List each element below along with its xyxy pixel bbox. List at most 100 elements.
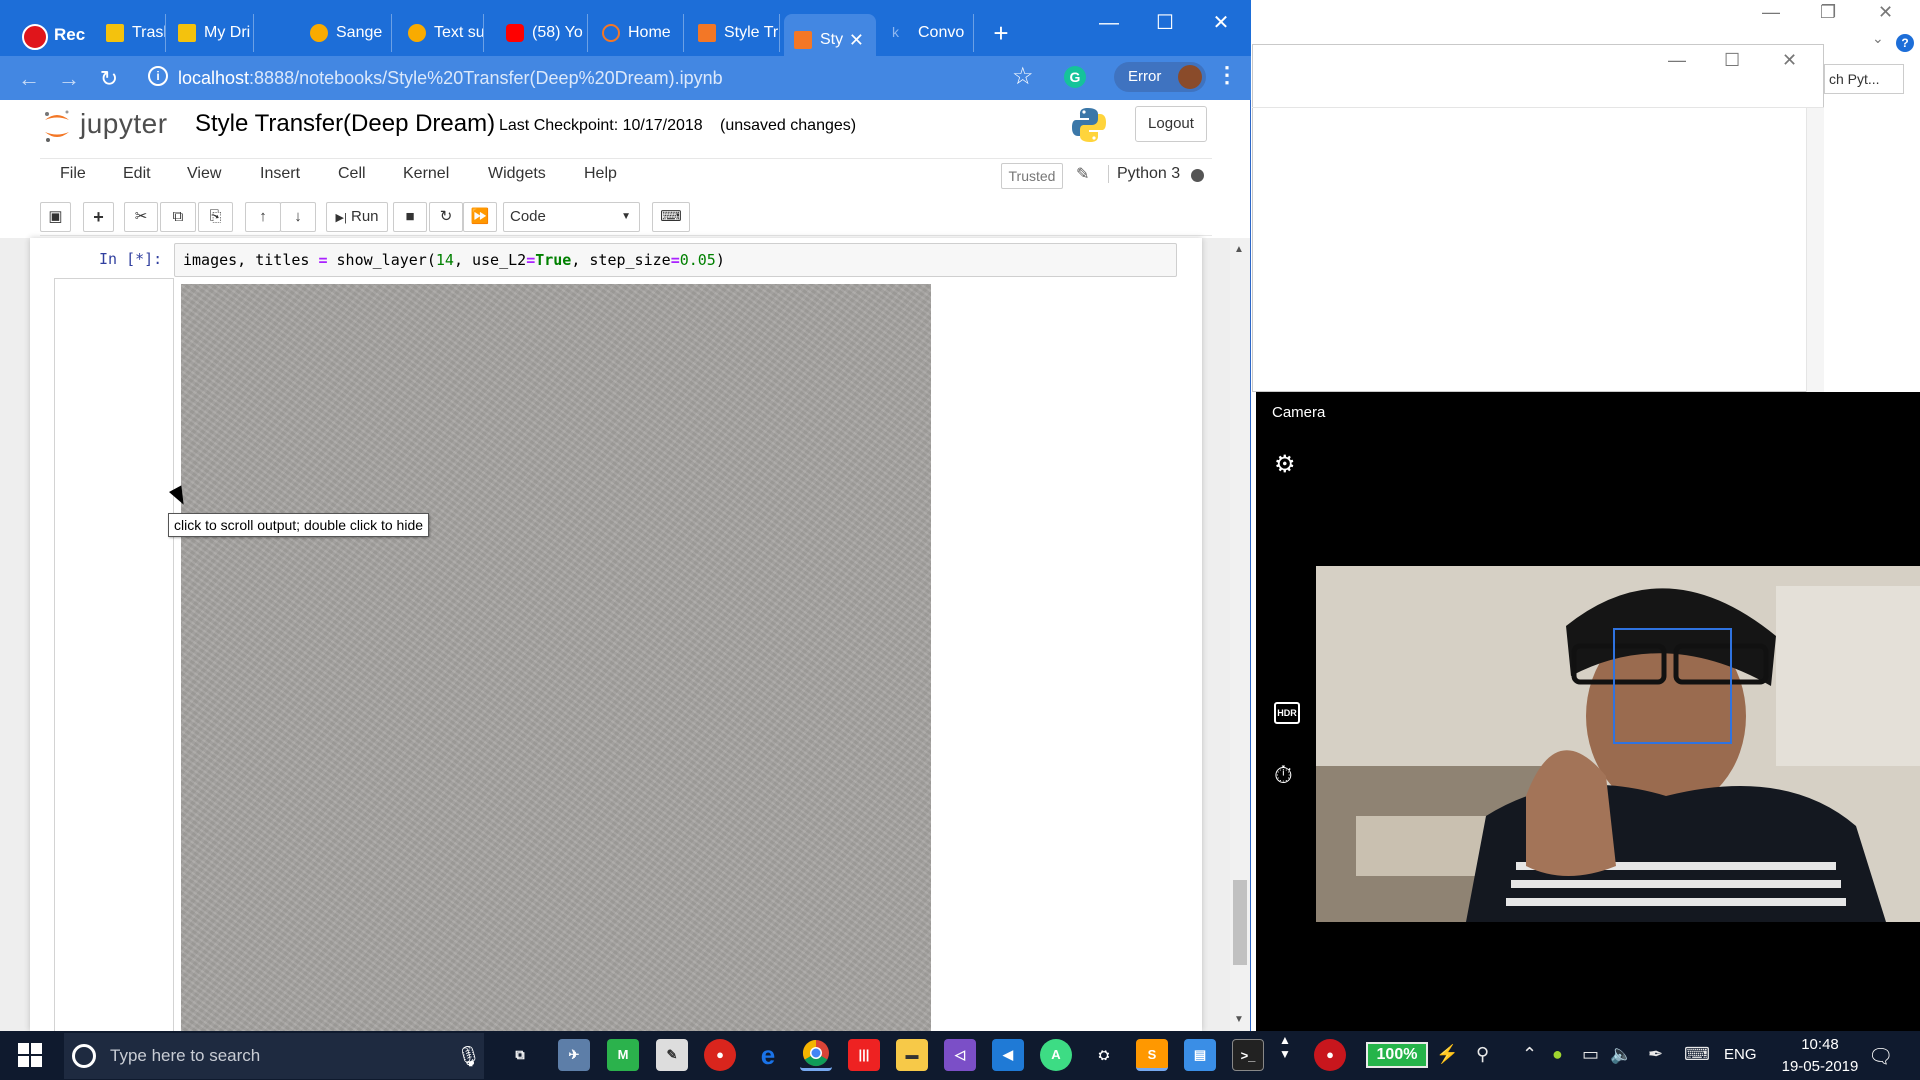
forward-icon[interactable]: → xyxy=(54,64,84,94)
pencil-icon[interactable]: ✎ xyxy=(1076,164,1089,184)
save-icon[interactable]: ▣ xyxy=(40,202,71,232)
profile-error-button[interactable]: Error xyxy=(1114,62,1206,92)
scroll-up-icon[interactable]: ▲ xyxy=(1234,244,1244,255)
app-red-icon[interactable]: ● xyxy=(704,1039,736,1071)
output-prompt-area[interactable] xyxy=(54,278,174,1031)
tab-convo[interactable]: k Convo xyxy=(882,14,974,52)
menu-file[interactable]: File xyxy=(60,165,86,183)
app-tool-icon[interactable]: ✈ xyxy=(558,1039,590,1071)
task-view-icon[interactable]: ⧉ xyxy=(504,1039,536,1071)
language-indicator[interactable]: ENG xyxy=(1724,1046,1757,1063)
keyboard-icon[interactable]: ⌨ xyxy=(652,202,690,232)
battery-percent-badge[interactable]: 100% xyxy=(1366,1042,1428,1068)
dialog-close-icon[interactable]: ✕ xyxy=(1782,50,1797,71)
minimize-icon[interactable]: — xyxy=(1086,6,1132,40)
steam-icon[interactable]: ⛭ xyxy=(1088,1039,1120,1071)
reload-icon[interactable]: ↻ xyxy=(94,64,124,94)
keyboard-icon[interactable]: ⌨ xyxy=(1684,1044,1710,1065)
bg-close-icon[interactable]: ✕ xyxy=(1878,2,1893,23)
microphone-icon[interactable]: 🎙 xyxy=(456,1044,481,1069)
browser-menu-icon[interactable]: ⋮ xyxy=(1216,62,1238,88)
chrome-icon[interactable] xyxy=(800,1039,832,1071)
timer-icon[interactable]: ⏱ xyxy=(1274,762,1293,790)
menu-view[interactable]: View xyxy=(187,165,221,183)
edge-icon[interactable]: e xyxy=(752,1039,784,1071)
tray-app-icon[interactable]: ● xyxy=(1552,1044,1563,1065)
vscode-icon[interactable]: ◀ xyxy=(992,1039,1024,1071)
pen-icon[interactable]: ✒ xyxy=(1648,1044,1663,1065)
app-window-icon[interactable]: ▤ xyxy=(1184,1039,1216,1071)
jupyter-logo-text[interactable]: jupyter xyxy=(80,108,168,140)
bookmark-star-icon[interactable]: ☆ xyxy=(1012,62,1034,91)
info-icon[interactable]: i xyxy=(148,66,168,86)
maximize-icon[interactable]: ☐ xyxy=(1142,6,1188,40)
move-up-icon[interactable]: ↑ xyxy=(245,202,281,232)
gear-icon[interactable]: ⚙ xyxy=(1274,450,1296,479)
app-paint-icon[interactable]: ✎ xyxy=(656,1039,688,1071)
menu-edit[interactable]: Edit xyxy=(123,165,151,183)
hdr-icon[interactable]: HDR xyxy=(1274,702,1300,724)
menu-insert[interactable]: Insert xyxy=(260,165,300,183)
record-indicator-icon[interactable] xyxy=(22,24,48,50)
taskbar-search-input[interactable]: Type here to search xyxy=(64,1033,484,1079)
menu-widgets[interactable]: Widgets xyxy=(488,165,546,183)
clock-date[interactable]: 19-05-2019 xyxy=(1780,1058,1860,1075)
close-window-icon[interactable]: ✕ xyxy=(1198,6,1244,40)
chevron-up-icon[interactable]: ⌃ xyxy=(1522,1044,1537,1065)
jupyter-logo-icon[interactable] xyxy=(42,108,72,144)
taskbar-overflow-icon[interactable]: ▲ ▼ xyxy=(1276,1033,1294,1079)
kernel-name[interactable]: Python 3 xyxy=(1108,165,1180,183)
windows-start-icon[interactable] xyxy=(18,1043,42,1067)
explorer-search-input[interactable]: ch Pyt... xyxy=(1824,64,1904,94)
tab-text-su[interactable]: Text su xyxy=(398,14,484,52)
visual-studio-icon[interactable]: ◁ xyxy=(944,1039,976,1071)
run-button[interactable]: ▶| Run xyxy=(326,202,388,232)
dialog-maximize-icon[interactable]: ☐ xyxy=(1724,50,1740,71)
file-explorer-icon[interactable]: ▬ xyxy=(896,1039,928,1071)
tab-style-tr[interactable]: Style Tr xyxy=(688,14,780,52)
copy-icon[interactable]: ⧉ xyxy=(160,202,196,232)
tab-sange[interactable]: Sange xyxy=(300,14,392,52)
move-down-icon[interactable]: ↓ xyxy=(280,202,316,232)
app-bars-icon[interactable]: ||| xyxy=(848,1039,880,1071)
app-m-icon[interactable]: M xyxy=(607,1039,639,1071)
bg-restore-icon[interactable]: ❐ xyxy=(1820,2,1836,23)
dialog-minimize-icon[interactable]: — xyxy=(1668,50,1686,71)
android-studio-icon[interactable]: A xyxy=(1040,1039,1072,1071)
tab-youtube[interactable]: (58) Yo xyxy=(496,14,588,52)
restart-run-all-icon[interactable]: ⏩ xyxy=(463,202,497,232)
interrupt-icon[interactable]: ■ xyxy=(393,202,427,232)
menu-help[interactable]: Help xyxy=(584,165,617,183)
volume-icon[interactable]: 🔈 xyxy=(1610,1044,1632,1065)
scrollbar-thumb[interactable] xyxy=(1233,880,1247,965)
bg-minimize-icon[interactable]: — xyxy=(1762,2,1780,23)
notification-icon[interactable]: 🗨 xyxy=(1868,1044,1893,1069)
insert-cell-icon[interactable]: + xyxy=(83,202,114,232)
close-tab-icon[interactable]: ✕ xyxy=(849,30,864,51)
restart-icon[interactable]: ↻ xyxy=(429,202,463,232)
cut-icon[interactable]: ✂ xyxy=(124,202,158,232)
dialog-scrollbar[interactable] xyxy=(1806,108,1824,392)
scroll-down-icon[interactable]: ▼ xyxy=(1234,1014,1244,1025)
code-cell-input[interactable]: images, titles = show_layer(14, use_L2=T… xyxy=(174,243,1177,277)
cell-type-select[interactable]: Code ▼ xyxy=(503,202,640,232)
tab-home[interactable]: Home xyxy=(592,14,684,52)
address-bar[interactable]: localhost:8888/notebooks/Style%20Transfe… xyxy=(178,62,1078,94)
clock-time[interactable]: 10:48 xyxy=(1790,1036,1850,1053)
trusted-indicator[interactable]: Trusted xyxy=(1001,163,1063,189)
grammarly-icon[interactable]: G xyxy=(1064,66,1086,88)
paste-icon[interactable]: ⎘ xyxy=(198,202,233,232)
menu-cell[interactable]: Cell xyxy=(338,165,366,183)
logout-button[interactable]: Logout xyxy=(1135,106,1207,142)
new-tab-button[interactable]: + xyxy=(986,18,1016,49)
tab-trash[interactable]: Trash - xyxy=(96,14,166,52)
app-red-tray-icon[interactable]: ● xyxy=(1314,1039,1346,1071)
sublime-text-icon[interactable]: S xyxy=(1136,1039,1168,1071)
notebook-title[interactable]: Style Transfer(Deep Dream) xyxy=(195,110,495,138)
terminal-icon[interactable]: >_ xyxy=(1232,1039,1264,1071)
battery-icon[interactable]: ▭ xyxy=(1582,1044,1599,1065)
help-icon[interactable]: ? xyxy=(1896,34,1914,52)
people-icon[interactable]: ⚲ xyxy=(1476,1044,1489,1065)
back-icon[interactable]: ← xyxy=(14,64,44,94)
tab-my-drive[interactable]: My Dri xyxy=(168,14,254,52)
